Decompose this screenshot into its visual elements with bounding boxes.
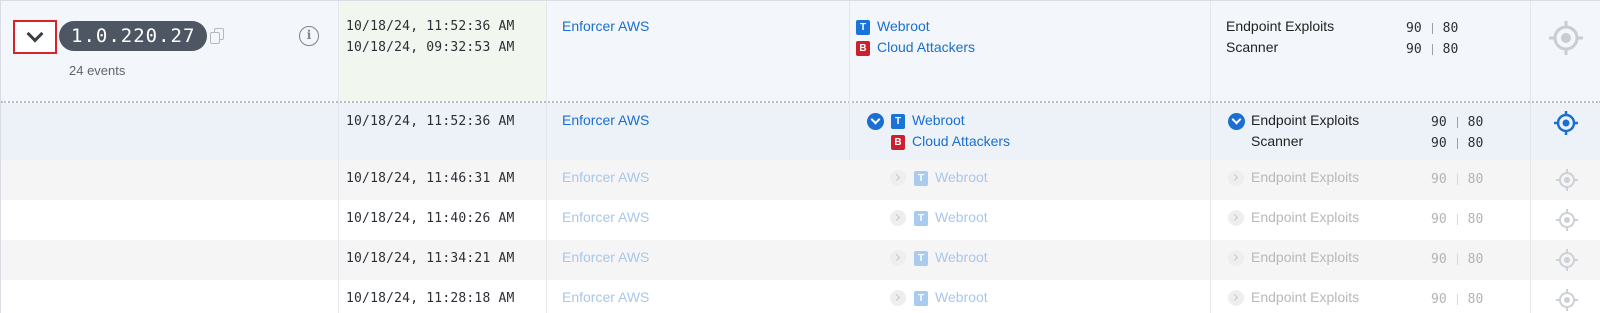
chevron-right-circle-icon[interactable] (890, 210, 906, 226)
group-label-scores: 90 80 (1406, 21, 1459, 36)
event-row[interactable]: 10/18/24, 11:34:21 AM Enforcer AWS T Webr… (1, 240, 1600, 280)
event-label-scanner: Scanner (1251, 133, 1304, 149)
event-label: Endpoint Exploits (1251, 209, 1360, 225)
crosshair-target-icon[interactable] (1556, 289, 1578, 311)
group-source-link[interactable]: Enforcer AWS (562, 18, 649, 34)
event-source-link[interactable]: Enforcer AWS (562, 289, 649, 305)
event-time: 10/18/24, 11:52:36 AM (346, 114, 515, 129)
event-label-scores: 90 80 (1431, 136, 1484, 151)
event-provider-webroot[interactable]: T Webroot (914, 289, 988, 306)
chevron-right-circle-icon[interactable] (1228, 210, 1244, 226)
event-row[interactable]: 10/18/24, 11:40:26 AM Enforcer AWS T Webr… (1, 200, 1600, 240)
event-label: Endpoint Exploits (1251, 169, 1360, 185)
events-table: 1.0.220.27 i 24 events 10/18/24, 11:52:3… (0, 0, 1600, 313)
event-time: 10/18/24, 11:34:21 AM (346, 251, 515, 266)
event-label-scores: 90 80 (1431, 252, 1484, 267)
check-circle-icon[interactable] (867, 113, 884, 130)
event-label-endpoint-exploits: Endpoint Exploits (1251, 112, 1360, 128)
copy-icon[interactable] (210, 28, 224, 44)
event-label-scores: 90 80 (1431, 172, 1484, 187)
provider-badge: B (891, 134, 905, 150)
event-source-link[interactable]: Enforcer AWS (562, 169, 649, 185)
chevron-right-circle-icon[interactable] (890, 290, 906, 306)
provider-badge: T (856, 19, 870, 35)
ip-group-row (1, 1, 1600, 101)
column-divider (849, 1, 850, 160)
group-provider-webroot[interactable]: T Webroot (856, 18, 930, 35)
chevron-right-circle-icon[interactable] (890, 170, 906, 186)
column-divider (1530, 1, 1531, 313)
event-label-scores: 90 80 (1431, 212, 1484, 227)
event-label-scores: 90 80 (1431, 292, 1484, 307)
event-time: 10/18/24, 11:40:26 AM (346, 211, 515, 226)
provider-name[interactable]: Webroot (877, 18, 930, 34)
event-provider-webroot[interactable]: T Webroot (914, 209, 988, 226)
event-label: Endpoint Exploits (1251, 289, 1360, 305)
ip-address-pill[interactable]: 1.0.220.27 (59, 21, 208, 51)
event-row-selected[interactable] (1, 103, 1600, 160)
check-circle-icon[interactable] (1228, 113, 1245, 130)
crosshair-target-icon[interactable] (1556, 209, 1578, 231)
provider-badge: T (891, 113, 905, 129)
event-provider-webroot[interactable]: T Webroot (914, 169, 988, 186)
event-source-link[interactable]: Enforcer AWS (562, 249, 649, 265)
group-time-latest: 10/18/24, 11:52:36 AM (346, 19, 515, 34)
chevron-right-circle-icon[interactable] (1228, 250, 1244, 266)
provider-name[interactable]: Cloud Attackers (912, 133, 1010, 149)
chevron-right-circle-icon[interactable] (1228, 290, 1244, 306)
info-icon[interactable]: i (299, 26, 319, 46)
column-divider (338, 1, 339, 313)
crosshair-target-icon[interactable] (1556, 169, 1578, 191)
provider-badge: B (856, 40, 870, 56)
group-label-scores: 90 80 (1406, 42, 1459, 57)
crosshair-target-icon[interactable] (1549, 21, 1583, 55)
collapse-toggle-button[interactable] (13, 20, 57, 54)
group-provider-cloud-attackers[interactable]: B Cloud Attackers (856, 39, 975, 56)
provider-name[interactable]: Cloud Attackers (877, 39, 975, 55)
group-time-earliest: 10/18/24, 09:32:53 AM (346, 40, 515, 55)
event-row[interactable]: 10/18/24, 11:46:31 AM Enforcer AWS T Webr… (1, 160, 1600, 200)
column-divider (546, 1, 547, 313)
event-source-link[interactable]: Enforcer AWS (562, 209, 649, 225)
crosshair-target-icon[interactable] (1554, 111, 1578, 135)
column-divider (1210, 1, 1211, 313)
crosshair-target-icon[interactable] (1556, 249, 1578, 271)
event-label: Endpoint Exploits (1251, 249, 1360, 265)
event-source-link[interactable]: Enforcer AWS (562, 112, 649, 128)
event-row[interactable]: 10/18/24, 11:28:18 AM Enforcer AWS T Webr… (1, 280, 1600, 313)
provider-name[interactable]: Webroot (912, 112, 965, 128)
event-time: 10/18/24, 11:46:31 AM (346, 171, 515, 186)
events-count: 24 events (69, 63, 126, 78)
event-time: 10/18/24, 11:28:18 AM (346, 291, 515, 306)
event-provider-cloud-attackers[interactable]: B Cloud Attackers (891, 133, 1010, 150)
event-label-scores: 90 80 (1431, 115, 1484, 130)
event-provider-webroot[interactable]: T Webroot (891, 112, 965, 129)
chevron-down-icon (26, 25, 44, 43)
group-label-scanner: Scanner (1226, 39, 1279, 55)
event-provider-webroot[interactable]: T Webroot (914, 249, 988, 266)
group-label-endpoint-exploits: Endpoint Exploits (1226, 18, 1335, 34)
chevron-right-circle-icon[interactable] (1228, 170, 1244, 186)
chevron-right-circle-icon[interactable] (890, 250, 906, 266)
